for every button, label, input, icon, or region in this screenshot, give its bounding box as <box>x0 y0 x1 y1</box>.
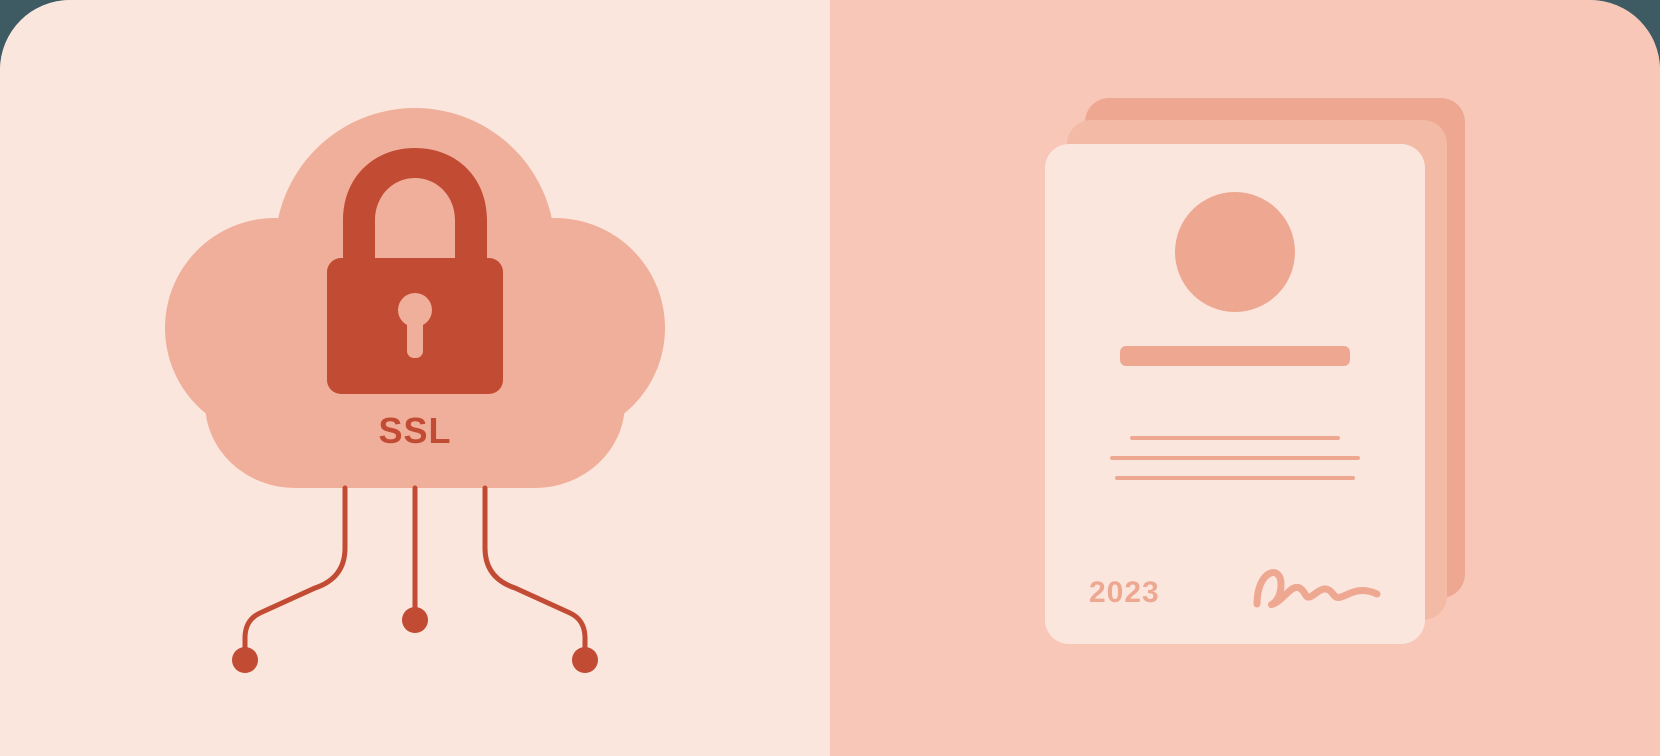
cloud-lock-svg <box>95 58 735 698</box>
certificate-title-bar <box>1120 346 1350 366</box>
signature-icon <box>1251 560 1381 610</box>
certificate-stack: 2023 <box>1025 98 1465 658</box>
ssl-cloud-illustration: SSL <box>95 58 735 698</box>
certificate-line <box>1130 436 1340 440</box>
certificate-sheet-front: 2023 <box>1045 144 1425 644</box>
panel-ssl: SSL <box>0 0 830 756</box>
circuit-nodes <box>232 607 598 673</box>
certificate-year: 2023 <box>1089 576 1160 610</box>
illustration-card: SSL 2023 <box>0 0 1660 756</box>
panel-certificate: 2023 <box>830 0 1660 756</box>
certificate-seal-icon <box>1175 192 1295 312</box>
certificate-line <box>1115 476 1355 480</box>
certificate-line <box>1110 456 1360 460</box>
ssl-label: SSL <box>378 410 451 452</box>
certificate-footer: 2023 <box>1089 560 1381 610</box>
certificate-body-lines <box>1110 436 1360 496</box>
